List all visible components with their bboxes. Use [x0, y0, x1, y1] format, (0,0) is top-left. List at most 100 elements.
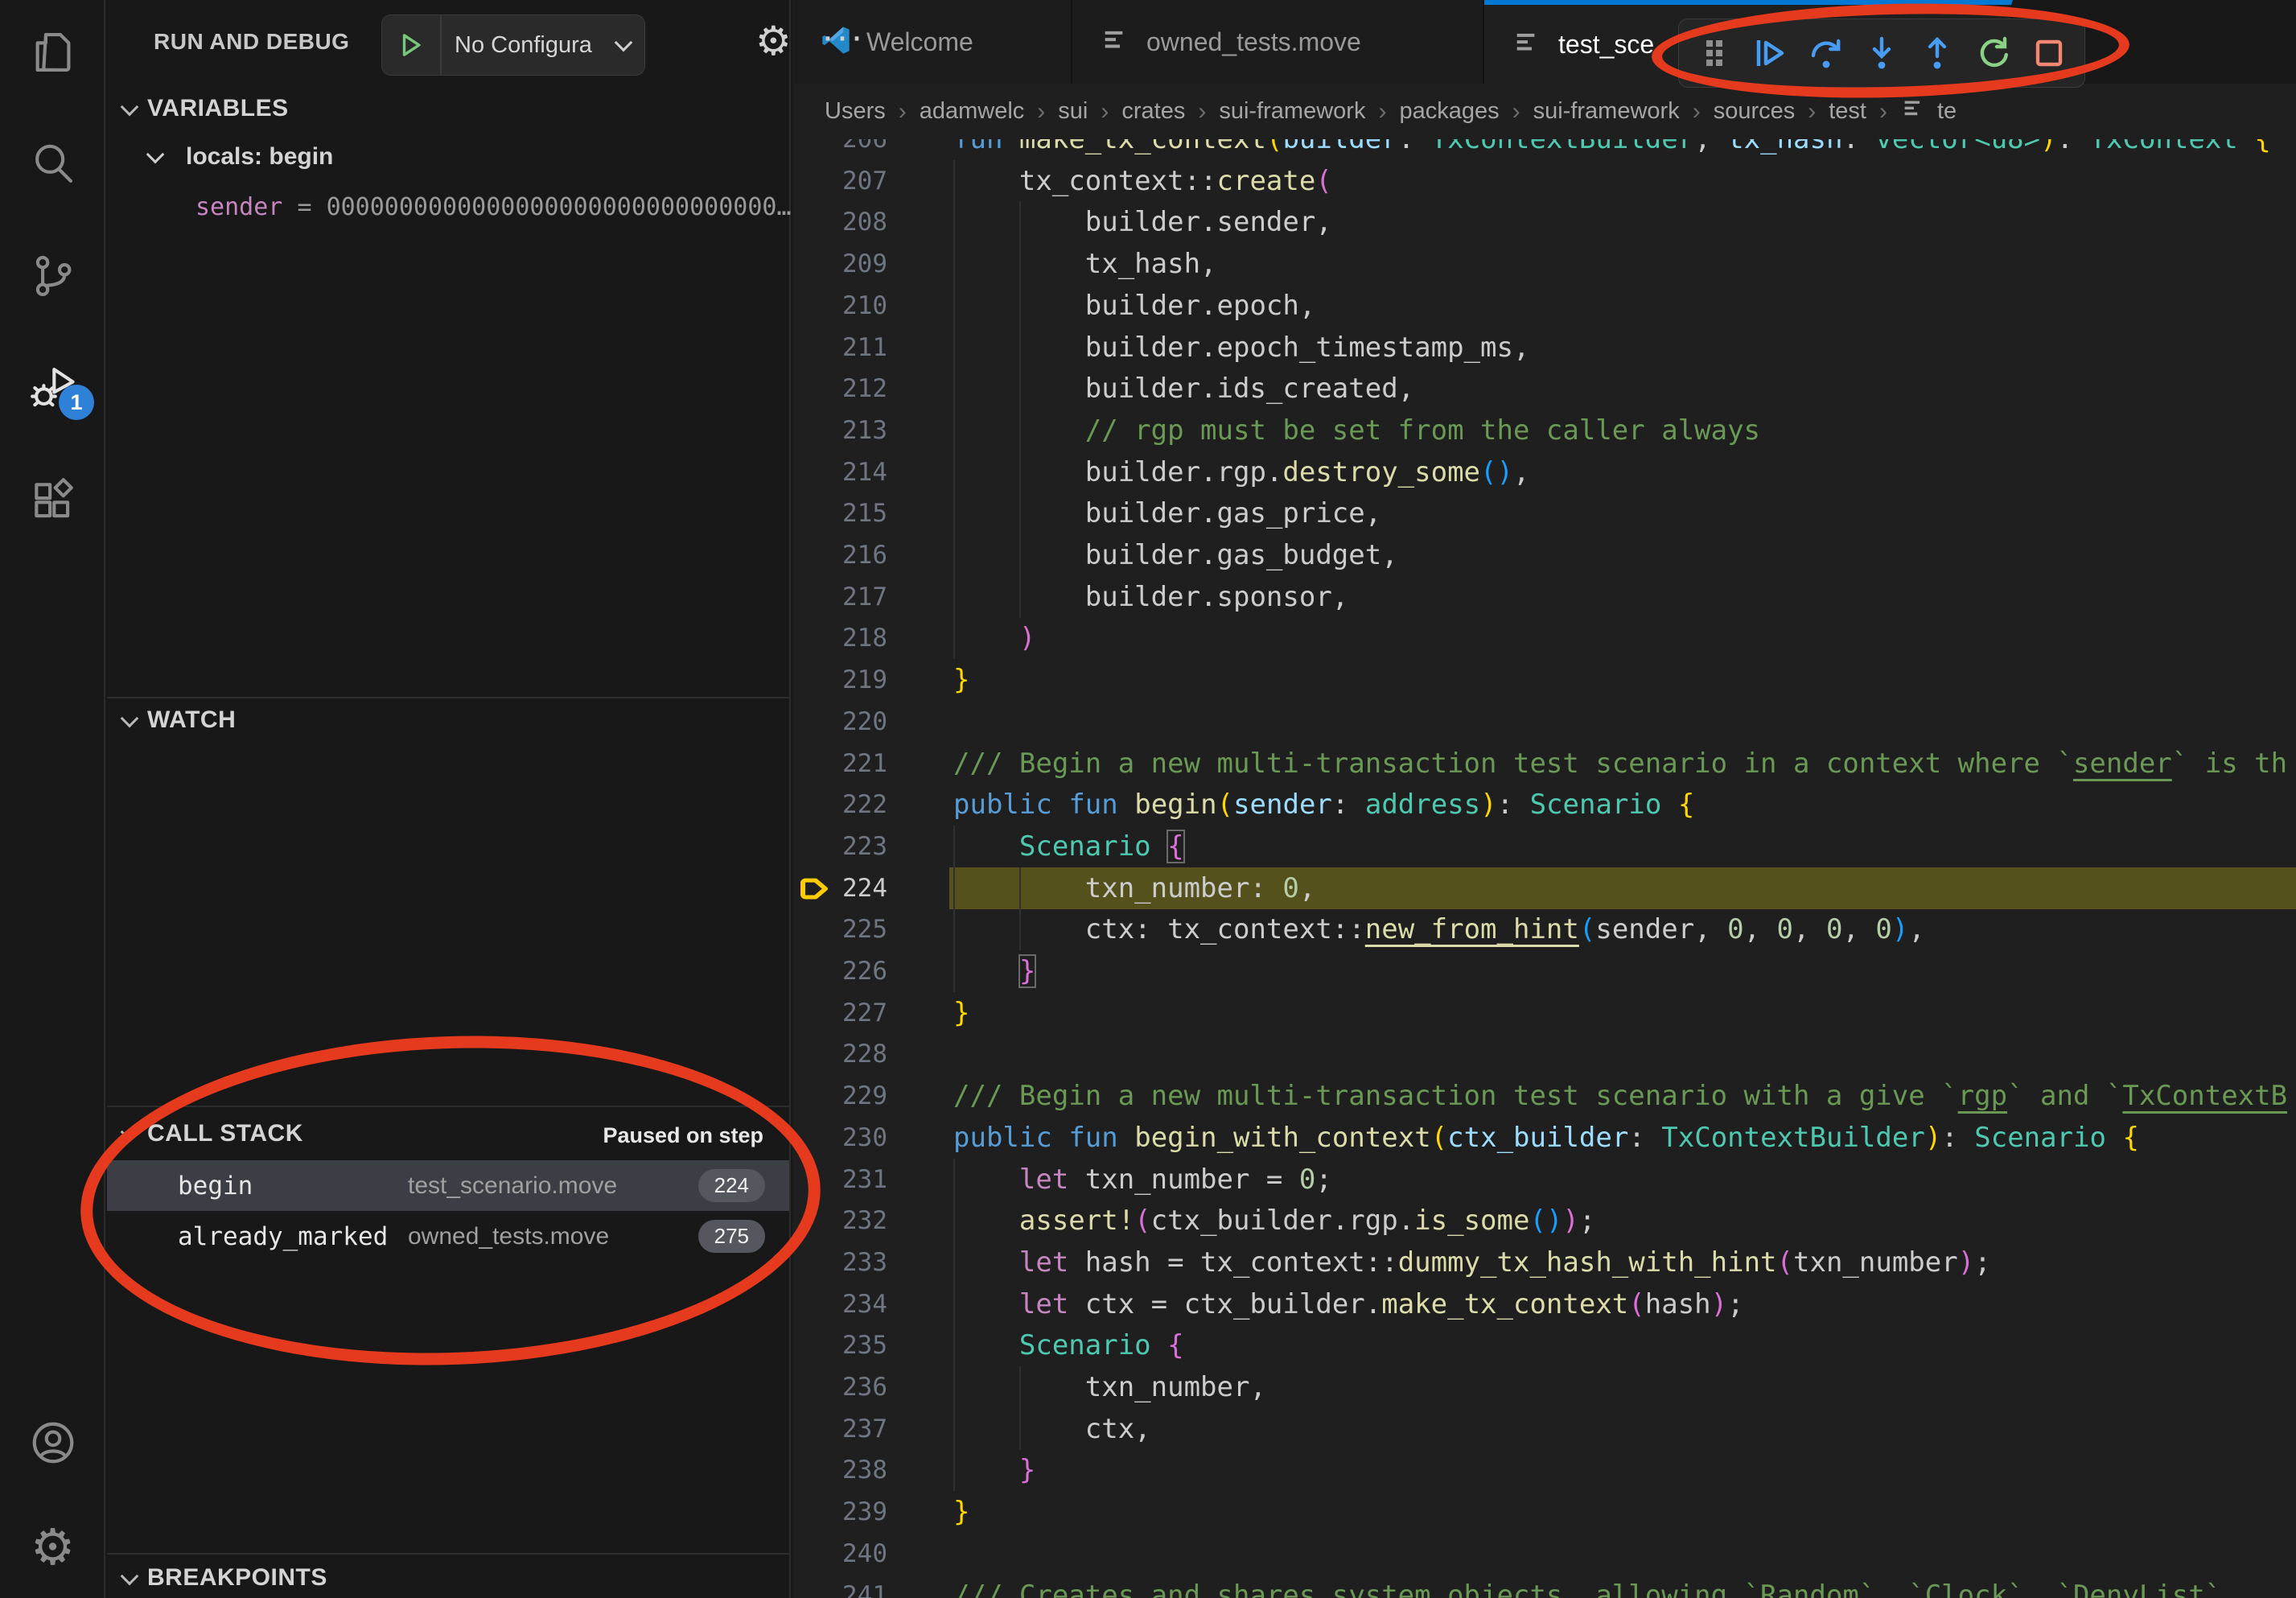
- code-text: /// Begin a new multi-transaction test s…: [953, 743, 2287, 785]
- line-number[interactable]: 223: [792, 826, 887, 867]
- debug-settings-gear-icon[interactable]: ⚙: [755, 21, 792, 61]
- continue-icon[interactable]: [1746, 25, 1793, 81]
- call-stack-section-header[interactable]: CALL STACK: [123, 1120, 303, 1147]
- more-actions-icon[interactable]: ···: [821, 14, 865, 59]
- chevron-down-icon: [121, 1123, 139, 1142]
- code-text: ctx,: [953, 1408, 1151, 1450]
- code-text: builder.gas_price,: [953, 492, 1381, 534]
- line-number[interactable]: 213: [792, 410, 887, 451]
- line-number[interactable]: 235: [792, 1324, 887, 1366]
- settings-gear-icon[interactable]: ⚙: [0, 1511, 105, 1584]
- line-number[interactable]: 211: [792, 327, 887, 369]
- call-stack-frame[interactable]: begintest_scenario.move224: [107, 1160, 789, 1211]
- line-number[interactable]: 221: [792, 743, 887, 785]
- line-number[interactable]: 224: [792, 867, 887, 909]
- code-line-212: 212builder.ids_created,: [792, 368, 2296, 410]
- line-number[interactable]: 238: [792, 1449, 887, 1491]
- line-number[interactable]: 216: [792, 534, 887, 576]
- line-number[interactable]: 219: [792, 659, 887, 701]
- code-editor[interactable]: 206fun make_tx_context(builder: TxContex…: [792, 139, 2296, 1598]
- line-number[interactable]: 210: [792, 285, 887, 327]
- call-stack-frame[interactable]: already_markedowned_tests.move275: [107, 1211, 789, 1262]
- line-number[interactable]: 240: [792, 1533, 887, 1575]
- line-number[interactable]: 217: [792, 576, 887, 618]
- line-number[interactable]: 227: [792, 992, 887, 1034]
- line-number[interactable]: 214: [792, 451, 887, 493]
- line-number[interactable]: 230: [792, 1117, 887, 1159]
- line-number[interactable]: 234: [792, 1283, 887, 1325]
- launch-config-dropdown[interactable]: No Configura: [381, 14, 645, 76]
- line-number[interactable]: 232: [792, 1200, 887, 1242]
- breadcrumb-item[interactable]: test: [1829, 98, 1866, 125]
- code-line-211: 211 builder.epoch_timestamp_ms,: [792, 327, 2296, 369]
- breadcrumb-file[interactable]: te: [1937, 98, 1957, 125]
- explorer-icon[interactable]: [0, 16, 105, 89]
- line-number[interactable]: 225: [792, 908, 887, 950]
- code-line-225: 225ctx: tx_context::new_from_hint(sender…: [792, 908, 2296, 950]
- line-number[interactable]: 207: [792, 160, 887, 202]
- breadcrumb-item[interactable]: sui: [1058, 98, 1088, 125]
- code-line-232: 232assert!(ctx_builder.rgp.is_some());: [792, 1200, 2296, 1242]
- run-and-debug-icon[interactable]: 1: [0, 351, 105, 423]
- line-number[interactable]: 233: [792, 1242, 887, 1283]
- line-number[interactable]: 239: [792, 1491, 887, 1533]
- code-text: builder.epoch_timestamp_ms,: [953, 327, 1529, 369]
- line-number[interactable]: 215: [792, 492, 887, 534]
- code-line-235: 235Scenario {: [792, 1324, 2296, 1366]
- drag-handle-icon[interactable]: [1690, 25, 1738, 81]
- line-number[interactable]: 220: [792, 701, 887, 743]
- line-number[interactable]: 208: [792, 201, 887, 243]
- code-line-241: 241/// Creates and shares system objects…: [792, 1575, 2296, 1598]
- step-over-icon[interactable]: [1802, 25, 1850, 81]
- line-number[interactable]: 226: [792, 950, 887, 992]
- frame-line-badge: 224: [698, 1169, 765, 1202]
- frame-function: already_marked: [178, 1222, 408, 1251]
- line-number[interactable]: 236: [792, 1366, 887, 1408]
- breadcrumb-item[interactable]: sources: [1714, 98, 1796, 125]
- code-text: txn_number,: [953, 1366, 1266, 1408]
- line-number[interactable]: 237: [792, 1408, 887, 1450]
- stop-icon[interactable]: [2026, 25, 2073, 81]
- step-into-icon[interactable]: [1858, 25, 1905, 81]
- breakpoints-section-header[interactable]: BREAKPOINTS: [123, 1564, 327, 1592]
- code-text: builder.epoch,: [953, 285, 1315, 327]
- watch-section-header[interactable]: WATCH: [123, 706, 236, 734]
- line-number[interactable]: 206: [792, 139, 887, 160]
- restart-icon[interactable]: [1969, 25, 2017, 81]
- breadcrumb-item[interactable]: adamwelc: [920, 98, 1025, 125]
- account-icon[interactable]: [0, 1406, 105, 1479]
- line-number[interactable]: 231: [792, 1159, 887, 1201]
- code-line-239: 239}: [792, 1491, 2296, 1533]
- line-number[interactable]: 241: [792, 1575, 887, 1598]
- breadcrumb-separator-icon: ›: [1693, 98, 1701, 126]
- code-text: Scenario {: [953, 826, 1184, 867]
- breadcrumb-item[interactable]: sui-framework: [1533, 98, 1680, 125]
- variables-section-header[interactable]: VARIABLES: [123, 95, 289, 122]
- variable-row[interactable]: sender = 0000000000000000000000000000000…: [195, 193, 792, 221]
- variables-scope-row[interactable]: locals: begin: [144, 143, 333, 171]
- step-out-icon[interactable]: [1914, 25, 1961, 81]
- breadcrumb-item[interactable]: packages: [1399, 98, 1499, 125]
- code-line-227: 227}: [792, 992, 2296, 1034]
- search-icon[interactable]: [0, 127, 105, 200]
- code-line-208: 208builder.sender,: [792, 201, 2296, 243]
- line-number[interactable]: 209: [792, 243, 887, 285]
- extensions-icon[interactable]: [0, 465, 105, 537]
- code-line-233: 233let hash = tx_context::dummy_tx_hash_…: [792, 1242, 2296, 1283]
- move-file-icon: [1100, 24, 1132, 60]
- breadcrumb-item[interactable]: Users: [825, 98, 886, 125]
- code-line-207: 207tx_context::create(: [792, 160, 2296, 202]
- breadcrumb-item[interactable]: sui-framework: [1219, 98, 1365, 125]
- source-control-icon[interactable]: [0, 240, 105, 312]
- line-number[interactable]: 212: [792, 368, 887, 410]
- breadcrumb-separator-icon: ›: [1512, 98, 1520, 126]
- line-number[interactable]: 228: [792, 1033, 887, 1075]
- run-and-debug-sidebar: RUN AND DEBUG No Configura ⚙ ··· VARIABL…: [107, 0, 791, 1598]
- tab-owned_tests.move[interactable]: owned_tests.move: [1072, 0, 1484, 84]
- code-line-230: 230public fun begin_with_context(ctx_bui…: [792, 1117, 2296, 1159]
- line-number[interactable]: 222: [792, 784, 887, 826]
- start-debug-icon[interactable]: [382, 15, 442, 75]
- line-number[interactable]: 229: [792, 1075, 887, 1117]
- breadcrumb-item[interactable]: crates: [1121, 98, 1185, 125]
- line-number[interactable]: 218: [792, 617, 887, 659]
